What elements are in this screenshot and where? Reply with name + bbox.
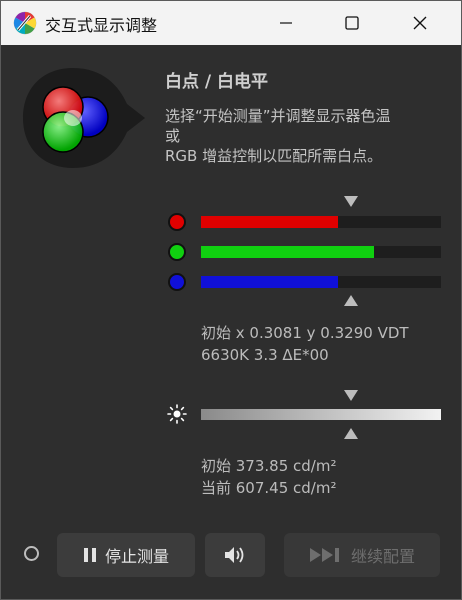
close-icon [413,16,427,30]
stop-measurement-label: 停止测量 [104,547,169,566]
luminance-bar [201,409,441,420]
minimize-icon [280,22,292,24]
green-gain-bar [201,246,441,258]
close-button[interactable] [397,1,443,45]
description-line: 或 [165,127,181,145]
content-area: 白点 / 白电平 选择“开始测量”并调整显示器色温 或 RGB 增益控制以匹配所… [1,46,461,599]
skip-forward-icon [309,548,339,562]
blue-channel-dot [168,273,186,291]
white-point-line: 6630K 3.3 ΔE*00 [201,346,329,364]
color-wheel-icon [13,11,37,35]
sound-button[interactable] [205,533,265,577]
green-channel-dot [168,243,186,261]
pause-icon [83,548,96,562]
window: 交互式显示调整 白点 / 白电平 选择“开始测量”并调整显示器色温 或 RGB … [0,0,462,600]
luminance-current: 当前 607.45 cd/m² [201,479,337,497]
blue-gain-fill [201,276,338,288]
red-channel-dot [168,213,186,231]
panel-heading: 白点 / 白电平 [165,72,269,92]
blue-gain-bar [201,276,441,288]
panel-description: 选择“开始测量”并调整显示器色温 或 RGB 增益控制以匹配所需白点。 [165,106,450,166]
description-line: 选择“开始测量”并调整显示器色温 [165,107,391,125]
white-point-line: 初始 x 0.3081 y 0.3290 VDT [201,324,409,342]
minimize-button[interactable] [263,1,309,45]
title-bar: 交互式显示调整 [1,1,461,45]
sun-icon [167,404,187,424]
description-line: RGB 增益控制以匹配所需白点。 [165,147,383,165]
red-gain-bar [201,216,441,228]
luminance-marker-bottom [344,428,358,439]
speaker-icon [225,547,244,563]
target-marker-bottom [344,295,358,306]
luminance-readout: 初始 373.85 cd/m² 当前 607.45 cd/m² [201,455,336,499]
status-indicator [24,546,39,561]
rgb-logo-icon [23,68,145,168]
red-gain-fill [201,216,338,228]
target-marker-top [344,196,358,207]
luminance-marker-top [344,390,358,401]
stop-measurement-button[interactable]: 停止测量 [57,533,195,577]
continue-calibration-button[interactable]: 继续配置 [284,533,440,577]
green-gain-fill [201,246,374,258]
maximize-icon [345,16,359,30]
continue-calibration-label: 继续配置 [350,547,415,566]
maximize-button[interactable] [329,1,375,45]
luminance-initial: 初始 373.85 cd/m² [201,457,337,475]
window-title: 交互式显示调整 [45,16,158,35]
white-point-readout: 初始 x 0.3081 y 0.3290 VDT 6630K 3.3 ΔE*00 [201,322,409,366]
